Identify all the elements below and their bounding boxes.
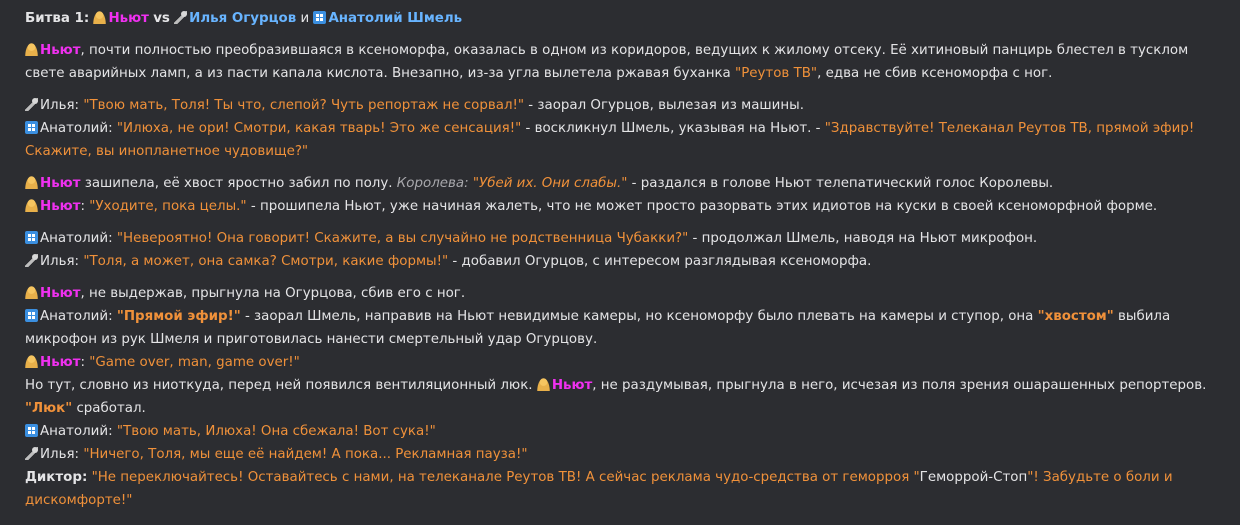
camera-icon bbox=[25, 309, 38, 322]
quote: "Ничего, Толя, мы еще её найдем! А пока.… bbox=[83, 447, 528, 462]
woman-icon bbox=[536, 378, 550, 391]
narration: , не раздумывая, прыгнула в него, исчеза… bbox=[592, 378, 1207, 393]
microphone-icon bbox=[25, 254, 38, 267]
camera-icon bbox=[25, 121, 38, 134]
microphone-icon bbox=[25, 447, 38, 460]
speaker-label: Анатолий: bbox=[40, 121, 113, 136]
narration: - раздался в голове Ньют телепатический … bbox=[627, 176, 1054, 191]
speaker-label: Диктор: bbox=[25, 470, 88, 485]
narration: - добавил Огурцов, с интересом разглядыв… bbox=[448, 254, 872, 269]
fighter-anatoly: Анатолий Шмель bbox=[328, 11, 463, 26]
story-line: Анатолий: "Твою мать, Илюха! Она сбежала… bbox=[25, 420, 1225, 443]
speaker-label: Илья: bbox=[40, 447, 80, 462]
woman-icon bbox=[25, 43, 38, 56]
story-line: Ньют зашипела, её хвост яростно забил по… bbox=[25, 172, 1225, 195]
quote: "Люк" bbox=[25, 401, 73, 416]
speaker-name: Ньют bbox=[551, 378, 593, 393]
story-line: Илья: "Твою мать, Толя! Ты что, слепой? … bbox=[25, 94, 1225, 117]
fighter-nyut: Ньют bbox=[108, 11, 149, 26]
story-line: Ньют, почти полностью преобразившаяся в … bbox=[25, 39, 1225, 85]
chat-message: Битва 1: Ньют vs Илья Огурцов и Анатолий… bbox=[0, 0, 1225, 512]
speaker-label: Анатолий: bbox=[40, 309, 113, 324]
woman-icon bbox=[25, 176, 38, 189]
story-line: Анатолий: "Прямой эфир!" - заорал Шмель,… bbox=[25, 305, 1225, 351]
story-line: Ньют: "Game over, man, game over!" bbox=[25, 351, 1225, 374]
quote: "Твою мать, Илюха! Она сбежала! Вот сука… bbox=[116, 424, 436, 439]
speaker-name: Ньют bbox=[40, 286, 81, 301]
vs-label: vs bbox=[153, 11, 170, 26]
narration: Но тут, словно из ниоткуда, перед ней по… bbox=[25, 378, 537, 393]
brand-name: Геморрой-Стоп bbox=[919, 470, 1028, 485]
story-line: Но тут, словно из ниоткуда, перед ней по… bbox=[25, 374, 1225, 420]
story-line: Диктор: "Не переключайтесь! Оставайтесь … bbox=[25, 466, 1225, 512]
microphone-icon bbox=[174, 11, 188, 24]
speaker-name: Ньют bbox=[40, 355, 81, 370]
story-line: Илья: "Толя, а может, она самка? Смотри,… bbox=[25, 250, 1225, 273]
speaker-label: Анатолий: bbox=[40, 231, 113, 246]
speaker-label: Анатолий: bbox=[40, 424, 113, 439]
narration: - прошипела Ньют, уже начиная жалеть, чт… bbox=[246, 199, 1158, 214]
quote: "Твою мать, Толя! Ты что, слепой? Чуть р… bbox=[83, 98, 525, 113]
narration: - заорал Огурцов, вылезая из машины. bbox=[524, 98, 804, 113]
quote: "Game over, man, game over!" bbox=[89, 355, 300, 370]
narration: сработал. bbox=[72, 401, 146, 416]
speaker-label: Илья: bbox=[40, 98, 80, 113]
battle-header: Битва 1: Ньют vs Илья Огурцов и Анатолий… bbox=[25, 7, 1225, 30]
speaker-name: Ньют bbox=[40, 176, 81, 191]
camera-icon bbox=[313, 11, 327, 24]
camera-icon bbox=[25, 231, 38, 244]
camera-icon bbox=[25, 424, 38, 437]
quote: "Убей их. Они слабы." bbox=[472, 176, 628, 191]
fighter-ilya: Илья Огурцов bbox=[189, 11, 297, 26]
quote: "Невероятно! Она говорит! Скажите, а вы … bbox=[116, 231, 689, 246]
microphone-icon bbox=[25, 98, 38, 111]
colon: : bbox=[80, 355, 85, 370]
battle-label: Битва 1: bbox=[25, 11, 90, 26]
narration: - продолжал Шмель, наводя на Ньют микроф… bbox=[688, 231, 1038, 246]
narration: - воскликнул Шмель, указывая на Ньют. - bbox=[521, 121, 825, 136]
woman-icon bbox=[93, 11, 107, 24]
narration: зашипела, её хвост яростно забил по полу… bbox=[80, 176, 397, 191]
quote: "Толя, а может, она самка? Смотри, какие… bbox=[83, 254, 449, 269]
quote: "Реутов ТВ" bbox=[735, 66, 818, 81]
story-line: Анатолий: "Илюха, не ори! Смотри, какая … bbox=[25, 117, 1225, 163]
narration: , не выдержав, прыгнула на Огурцова, сби… bbox=[80, 286, 466, 301]
story-line: Ньют, не выдержав, прыгнула на Огурцова,… bbox=[25, 282, 1225, 305]
story-line: Илья: "Ничего, Толя, мы еще её найдем! А… bbox=[25, 443, 1225, 466]
quote: "Не переключайтесь! Оставайтесь с нами, … bbox=[91, 470, 920, 485]
quote: "Илюха, не ори! Смотри, какая тварь! Это… bbox=[116, 121, 522, 136]
story-line: Ньют: "Уходите, пока целы." - прошипела … bbox=[25, 195, 1225, 218]
narration: , едва не сбив ксеноморфа с ног. bbox=[817, 66, 1053, 81]
story-line: Анатолий: "Невероятно! Она говорит! Скаж… bbox=[25, 227, 1225, 250]
speaker-label: Илья: bbox=[40, 254, 80, 269]
speaker-name: Ньют bbox=[40, 199, 81, 214]
woman-icon bbox=[25, 199, 38, 212]
colon: : bbox=[80, 199, 85, 214]
speaker-name: Ньют bbox=[40, 43, 81, 58]
quote: "Уходите, пока целы." bbox=[89, 199, 247, 214]
woman-icon bbox=[25, 286, 38, 299]
woman-icon bbox=[25, 355, 38, 368]
quote: "Прямой эфир!" bbox=[116, 309, 241, 324]
and-label: и bbox=[300, 11, 310, 26]
narration: - заорал Шмель, направив на Ньют невидим… bbox=[240, 309, 1038, 324]
queen-label: Королева: bbox=[396, 176, 469, 191]
quote: "хвостом" bbox=[1037, 309, 1114, 324]
